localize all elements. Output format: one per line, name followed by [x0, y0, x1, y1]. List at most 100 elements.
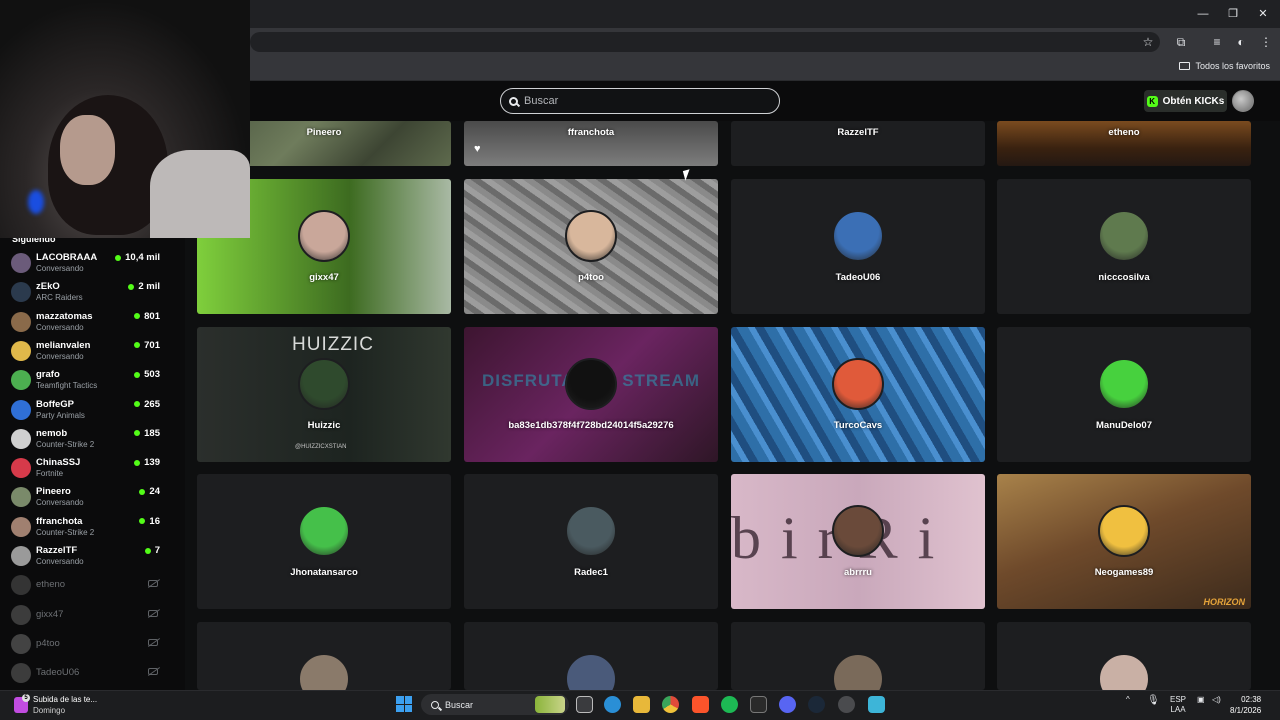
search-box[interactable]	[500, 88, 780, 114]
sidebar-channel[interactable]: Pineero Conversando 24	[10, 484, 160, 511]
windows-start-icon[interactable]	[396, 696, 412, 712]
edge-icon[interactable]	[604, 696, 621, 713]
channel-card[interactable]: nicccosilva	[997, 179, 1251, 314]
sidebar-channel-offline[interactable]: gixx47	[10, 602, 160, 629]
notification-badge: 5	[22, 694, 30, 702]
clock[interactable]: 02:38 8/1/2026	[1230, 694, 1261, 716]
sidebar-channel[interactable]: nemob Counter-Strike 2 185	[10, 426, 160, 453]
channel-card[interactable]: HUIZZIC @HUIZZICXSTIAN Huizzic	[197, 327, 451, 462]
channel-avatar	[11, 399, 31, 420]
extensions-icon[interactable]: ⧉	[1172, 33, 1190, 51]
channel-card[interactable]: DISFRUTA DEL STREAM ba83e1db378f4f728bd2…	[464, 327, 718, 462]
sidebar-channel[interactable]: BoffeGP Party Animals 265	[10, 397, 160, 424]
star-icon[interactable]: ☆	[1139, 33, 1157, 51]
channel-category: Conversando	[36, 557, 84, 566]
channel-card[interactable]: TurcoCavs	[731, 327, 985, 462]
viewer-count: 24	[139, 486, 160, 497]
channel-card[interactable]: ffranchota ♥	[464, 121, 718, 166]
channel-avatar	[298, 210, 350, 262]
channel-card[interactable]: p4too	[464, 179, 718, 314]
channel-avatar	[11, 282, 31, 303]
channel-card[interactable]: HORIZON Neogames89	[997, 474, 1251, 609]
sidebar-channel-offline[interactable]: TadeoU06	[10, 660, 160, 687]
sidebar-channel[interactable]: grafo Teamfight Tactics 503	[10, 367, 160, 394]
channel-name: Neogames89	[1094, 567, 1154, 578]
channel-category: Party Animals	[36, 410, 85, 420]
microphone-icon[interactable]: 🎙	[1147, 695, 1160, 706]
clock-time: 02:38	[1241, 695, 1262, 704]
obs-icon[interactable]	[838, 696, 855, 713]
channel-card[interactable]: etheno	[997, 121, 1251, 166]
volume-icon[interactable]: ◁)	[1212, 695, 1221, 704]
live-dot-icon	[134, 371, 141, 378]
steam-icon[interactable]	[808, 696, 825, 713]
sidebar-channel[interactable]: ffranchota Counter-Strike 2 16	[10, 514, 160, 541]
channel-name: Huizzic	[307, 420, 341, 431]
channel-avatar	[11, 340, 31, 361]
viewer-count-value: 185	[144, 427, 160, 439]
viewer-count: 185	[134, 428, 160, 439]
widgets-icon[interactable]	[535, 696, 565, 713]
sidebar-channel-offline[interactable]: p4too	[10, 631, 160, 658]
offline-icon	[148, 580, 158, 588]
sidebar-channel[interactable]: RazzelTF Conversando 7	[10, 543, 160, 570]
discord-icon[interactable]	[779, 696, 796, 713]
app-f-icon[interactable]	[868, 696, 885, 713]
weather-widget[interactable]: 5 Subida de las te... Domingo	[10, 692, 130, 718]
channel-category: Conversando	[36, 498, 84, 508]
sidebar-channel[interactable]: mazzatomas Conversando 801	[10, 309, 160, 336]
media-icon[interactable]: ≡	[1208, 33, 1226, 51]
mouse-cursor-icon	[682, 169, 693, 181]
channel-card[interactable]: birRi abrrru	[731, 474, 985, 609]
webcam-light	[28, 190, 44, 214]
channel-avatar	[11, 370, 31, 391]
channel-avatar	[565, 210, 617, 262]
network-icon[interactable]: ▣	[1197, 695, 1205, 704]
banner-handle: @HUIZZICXSTIAN	[295, 444, 347, 450]
sidebar-channel[interactable]: zEkO ARC Raiders 2 mil	[10, 279, 160, 306]
channel-avatar	[11, 575, 31, 596]
channel-card[interactable]	[197, 622, 451, 690]
taskbar-search-label: Buscar	[445, 699, 474, 710]
channel-card[interactable]: Radec1	[464, 474, 718, 609]
minimize-icon[interactable]: —	[1188, 4, 1218, 24]
language-indicator[interactable]: ESP LAA	[1170, 695, 1186, 715]
channel-card[interactable]: RazzelTF	[731, 121, 985, 166]
heart-icon[interactable]: ♥	[474, 143, 481, 155]
channel-card[interactable]	[464, 622, 718, 690]
channel-card[interactable]	[731, 622, 985, 690]
brave-icon[interactable]	[692, 696, 709, 713]
user-avatar[interactable]	[1232, 90, 1254, 112]
file-explorer-icon[interactable]	[633, 696, 650, 713]
get-kicks-button[interactable]: K Obtén KICKs	[1144, 90, 1227, 112]
spotify-icon[interactable]	[721, 696, 738, 713]
profile-icon[interactable]: ◐	[1232, 33, 1250, 51]
epic-games-icon[interactable]	[750, 696, 767, 713]
sidebar-channel[interactable]: LACOBRAAA Conversando 10,4 mil	[10, 250, 160, 277]
sidebar-channel[interactable]: ChinaSSJ Fortnite 139	[10, 455, 160, 482]
address-bar[interactable]	[250, 32, 1160, 52]
menu-icon[interactable]: ⋮	[1257, 33, 1275, 51]
channel-category: Conversando	[36, 322, 84, 332]
sidebar-channel-offline[interactable]: etheno	[10, 572, 160, 599]
clock-date: 8/1/2026	[1230, 706, 1262, 715]
channel-avatar	[832, 505, 884, 557]
all-bookmarks[interactable]: Todos los favoritos	[1179, 61, 1270, 71]
channel-card[interactable]: Jhonatansarco	[197, 474, 451, 609]
live-dot-icon	[128, 283, 135, 290]
task-view-icon[interactable]	[576, 696, 593, 713]
channel-avatar	[832, 358, 884, 410]
all-bookmarks-label: Todos los favoritos	[1195, 61, 1270, 71]
chrome-icon[interactable]	[662, 696, 679, 713]
sidebar-channel[interactable]: melianvalen Conversando 701	[10, 338, 160, 365]
channel-card[interactable]	[997, 622, 1251, 690]
channel-name: Jhonatansarco	[290, 567, 358, 578]
channel-card[interactable]: TadeoU06	[731, 179, 985, 314]
search-input[interactable]	[524, 95, 764, 107]
channel-card[interactable]: ManuDelo07	[997, 327, 1251, 462]
maximize-icon[interactable]: ❐	[1218, 4, 1248, 24]
channel-avatar	[11, 546, 31, 566]
tray-chevron-icon[interactable]: ^	[1126, 695, 1130, 704]
channel-avatar	[11, 663, 31, 684]
close-icon[interactable]: ✕	[1248, 4, 1278, 24]
